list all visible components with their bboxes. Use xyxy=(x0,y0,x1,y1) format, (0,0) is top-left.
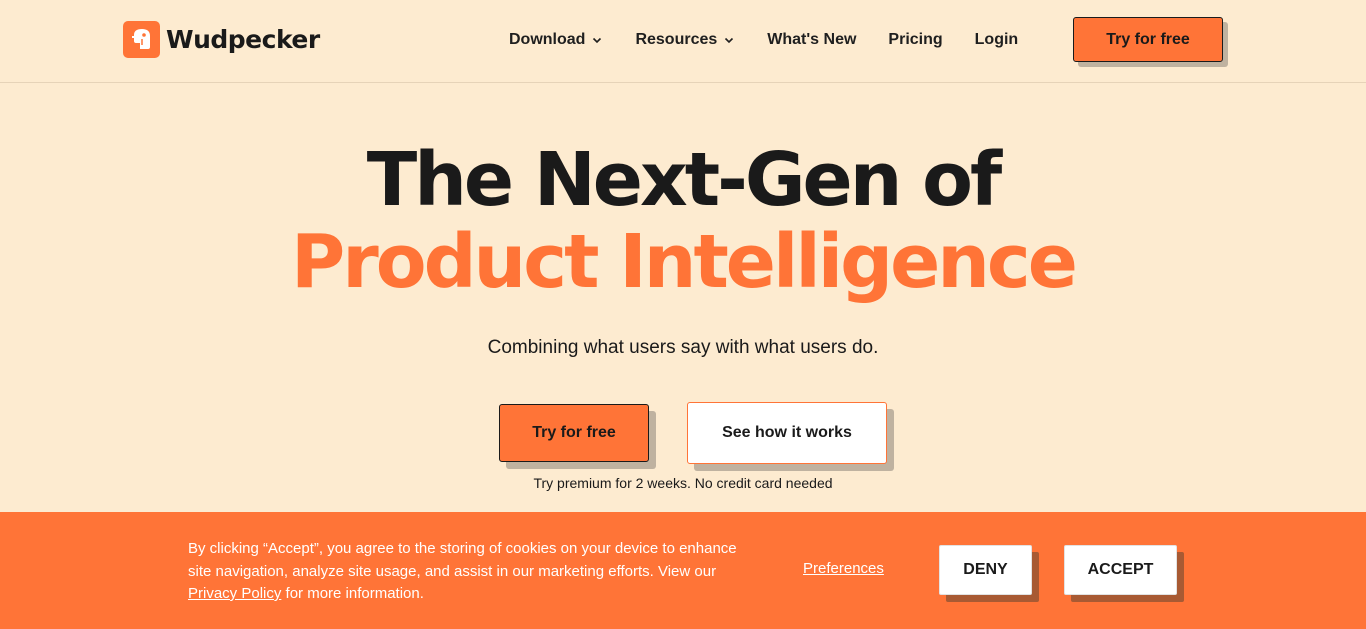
nav-resources-label: Resources xyxy=(635,31,718,48)
nav-download[interactable]: Download xyxy=(509,31,603,49)
cookie-message: By clicking “Accept”, you agree to the s… xyxy=(188,538,748,606)
nav-whats-new-label: What's New xyxy=(767,31,857,48)
nav-pricing[interactable]: Pricing xyxy=(888,31,942,49)
site-header: Wudpecker Download Resources What's New … xyxy=(0,0,1366,83)
hero-try-free-button[interactable]: Try for free xyxy=(499,404,649,462)
hero-title-line-2: Product Intelligence xyxy=(291,219,1078,305)
cookie-text-after: for more information. xyxy=(281,585,424,602)
nav-resources[interactable]: Resources xyxy=(635,31,735,49)
see-how-it-works-button[interactable]: See how it works xyxy=(687,402,887,464)
hero-title-line-1: The Next-Gen of xyxy=(366,137,1002,223)
chevron-down-icon xyxy=(725,37,734,44)
hero-subtitle: Combining what users say with what users… xyxy=(487,337,879,358)
trial-note: Try premium for 2 weeks. No credit card … xyxy=(533,475,833,491)
cookie-accept-button[interactable]: ACCEPT xyxy=(1064,545,1177,595)
cookie-preferences-link[interactable]: Preferences xyxy=(803,560,884,577)
header-try-free-button[interactable]: Try for free xyxy=(1073,17,1223,62)
nav-pricing-label: Pricing xyxy=(888,31,943,48)
cookie-text-before: By clicking “Accept”, you agree to the s… xyxy=(188,540,737,580)
cookie-banner: By clicking “Accept”, you agree to the s… xyxy=(0,512,1366,629)
nav-login-label: Login xyxy=(974,31,1019,48)
main-nav: Download Resources What's New Pricing Lo… xyxy=(509,28,1018,52)
woodpecker-logo-icon xyxy=(123,20,160,58)
nav-whats-new[interactable]: What's New xyxy=(767,31,856,49)
cookie-deny-button[interactable]: DENY xyxy=(939,545,1032,595)
privacy-policy-link[interactable]: Privacy Policy xyxy=(188,585,281,602)
brand-logo[interactable]: Wudpecker xyxy=(123,20,320,58)
nav-download-label: Download xyxy=(509,31,586,48)
chevron-down-icon xyxy=(593,37,602,44)
nav-login[interactable]: Login xyxy=(975,31,1019,49)
brand-name: Wudpecker xyxy=(166,24,320,54)
